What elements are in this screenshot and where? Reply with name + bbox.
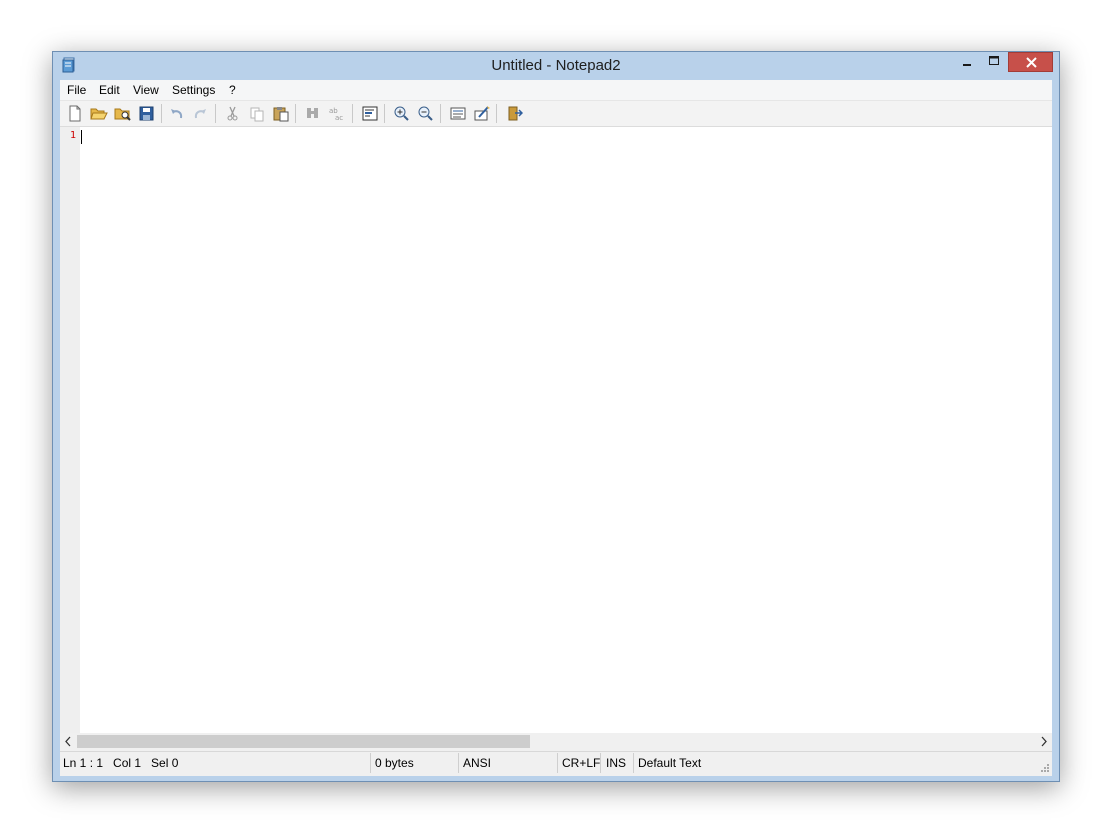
status-encoding[interactable]: ANSI [463, 756, 491, 770]
word-wrap-icon[interactable] [361, 105, 379, 122]
notepad2-window: Untitled - Notepad2 File Edit View Setti… [52, 51, 1060, 782]
chevron-right-icon [1041, 736, 1047, 747]
save-icon[interactable] [138, 105, 156, 122]
status-insert-mode[interactable]: INS [606, 756, 626, 770]
menu-file[interactable]: File [67, 83, 86, 97]
toolbar-separator [215, 104, 216, 123]
text-caret [81, 130, 82, 144]
exit-icon[interactable] [505, 105, 523, 122]
redo-icon[interactable] [192, 105, 210, 122]
status-size: 0 bytes [375, 756, 414, 770]
menu-help[interactable]: ? [229, 83, 236, 97]
minimize-button[interactable] [954, 52, 980, 72]
toolbar-separator [161, 104, 162, 123]
status-divider [370, 753, 371, 773]
menu-settings[interactable]: Settings [172, 83, 215, 97]
status-divider [633, 753, 634, 773]
toolbar-separator [384, 104, 385, 123]
undo-icon[interactable] [168, 105, 186, 122]
menu-bar: File Edit View Settings ? [60, 80, 1052, 101]
close-icon [1026, 57, 1037, 68]
scroll-right-button[interactable] [1035, 733, 1052, 750]
window-title: Untitled - Notepad2 [491, 57, 621, 74]
cut-icon[interactable] [224, 105, 242, 122]
line-number: 1 [70, 130, 77, 141]
find-icon[interactable] [304, 105, 322, 122]
maximize-icon [989, 56, 999, 65]
resize-grip-icon[interactable] [1040, 762, 1050, 772]
status-divider [600, 753, 601, 773]
status-line-endings[interactable]: CR+LF [562, 756, 600, 770]
scheme-icon[interactable] [449, 105, 467, 122]
maximize-button[interactable] [981, 52, 1007, 72]
status-divider [458, 753, 459, 773]
toolbar-separator [496, 104, 497, 123]
status-position: Ln 1 : 1 Col 1 Sel 0 [63, 756, 179, 770]
replace-icon[interactable]: ab ac [328, 105, 346, 122]
title-bar[interactable]: Untitled - Notepad2 [53, 52, 1059, 80]
menu-edit[interactable]: Edit [99, 83, 120, 97]
open-folder-icon[interactable] [90, 105, 108, 122]
status-divider [557, 753, 558, 773]
horizontal-scrollbar[interactable] [60, 733, 1052, 750]
scroll-thumb[interactable] [77, 735, 530, 748]
chevron-left-icon [65, 736, 71, 747]
toolbar: ab ac [60, 101, 1052, 127]
browse-icon[interactable] [114, 105, 132, 122]
client-area: File Edit View Settings ? ab ac 1 Ln 1:… [60, 80, 1052, 776]
status-scheme[interactable]: Default Text [638, 756, 701, 770]
zoom-out-icon[interactable] [417, 105, 435, 122]
copy-icon[interactable] [248, 105, 266, 122]
svg-text:ac: ac [335, 114, 343, 122]
paste-icon[interactable] [272, 105, 290, 122]
text-editor[interactable]: 1 [60, 127, 1052, 733]
new-file-icon[interactable] [66, 105, 84, 122]
toolbar-separator [352, 104, 353, 123]
close-button[interactable] [1008, 52, 1053, 72]
customize-scheme-icon[interactable] [473, 105, 491, 122]
status-bar: Ln 1 : 1 Col 1 Sel 0 0 bytes ANSI CR+LF … [60, 751, 1052, 774]
line-number-gutter: 1 [60, 127, 80, 733]
scroll-left-button[interactable] [60, 733, 77, 750]
toolbar-separator [295, 104, 296, 123]
zoom-in-icon[interactable] [393, 105, 411, 122]
menu-view[interactable]: View [133, 83, 159, 97]
minimize-icon [963, 64, 971, 66]
toolbar-separator [440, 104, 441, 123]
